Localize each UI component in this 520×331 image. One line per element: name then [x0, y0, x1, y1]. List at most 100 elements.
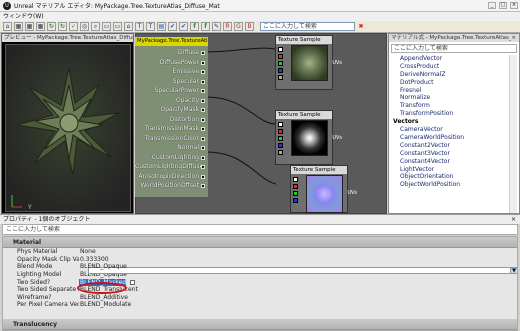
- minimize-button[interactable]: _: [488, 2, 496, 9]
- expression-item[interactable]: AppendVector: [391, 55, 507, 63]
- pin-connector[interactable]: [201, 155, 205, 160]
- channel-pin-rgb[interactable]: [278, 122, 283, 127]
- expression-category[interactable]: Vectors: [391, 118, 507, 126]
- function-icon-button[interactable]: f: [190, 22, 199, 31]
- expression-item[interactable]: LightVector: [391, 166, 507, 174]
- realtime-icon-button[interactable]: ↻: [47, 22, 56, 31]
- expression-item[interactable]: TransformPosition: [391, 110, 507, 118]
- blend-mode-option[interactable]: BLEND_Modulate: [79, 301, 517, 308]
- category-material[interactable]: Material: [3, 237, 517, 248]
- input-pin[interactable]: AnisotropicDirection: [135, 172, 205, 181]
- expression-item[interactable]: CameraWorldPosition: [391, 134, 507, 142]
- input-pin[interactable]: Diffuse: [135, 48, 205, 57]
- input-pin[interactable]: TransmissionMask: [135, 124, 205, 133]
- channel-pin-a[interactable]: [278, 150, 283, 155]
- palette-scrollbar[interactable]: [509, 55, 517, 213]
- property-value[interactable]: BLEND_Opaque: [79, 263, 517, 270]
- input-pin[interactable]: SpecularPower: [135, 86, 205, 95]
- blend-mode-option[interactable]: BLEND_Additive: [79, 294, 517, 301]
- pin-connector[interactable]: [201, 60, 205, 65]
- expression-item[interactable]: ObjectWorldPosition: [391, 181, 507, 189]
- channel-pin-g[interactable]: [278, 61, 283, 66]
- input-pin[interactable]: CustomLighting: [135, 153, 205, 162]
- tag-icon-button[interactable]: T: [135, 22, 144, 31]
- color-b-icon-button[interactable]: B: [245, 22, 254, 31]
- expression-item[interactable]: Constant3Vector: [391, 150, 507, 158]
- pin-connector[interactable]: [201, 174, 205, 179]
- expression-item[interactable]: Fresnel: [391, 87, 507, 95]
- input-pin[interactable]: OpacityMask: [135, 105, 205, 114]
- layout-icon-button[interactable]: ▭: [102, 22, 111, 31]
- zoom-icon-button[interactable]: ⌕: [91, 22, 100, 31]
- find-icon-button[interactable]: ◎: [80, 22, 89, 31]
- expression-item[interactable]: DotProduct: [391, 79, 507, 87]
- clear-search-icon[interactable]: ✖: [357, 23, 365, 31]
- input-pin[interactable]: Opacity: [135, 96, 205, 105]
- color-r-icon-button[interactable]: R: [223, 22, 232, 31]
- expression-item[interactable]: Constant2Vector: [391, 142, 507, 150]
- pin-connector[interactable]: [201, 127, 205, 131]
- texture-sample-node-diffuse[interactable]: Texture Sample UVs: [275, 35, 342, 90]
- channel-pin-b[interactable]: [293, 198, 298, 203]
- channel-pin-r[interactable]: [278, 54, 283, 59]
- channel-pin-rgb[interactable]: [293, 177, 298, 182]
- pin-connector[interactable]: [201, 108, 205, 112]
- tag-icon-button[interactable]: T: [146, 22, 155, 31]
- pin-connector[interactable]: [201, 70, 205, 74]
- blend-mode-option[interactable]: BLEND_Translucent: [79, 286, 517, 293]
- pin-connector[interactable]: [201, 117, 205, 122]
- input-pin[interactable]: Specular: [135, 77, 205, 86]
- expression-item[interactable]: Normalize: [391, 94, 507, 102]
- home-icon-button[interactable]: ⌂: [3, 22, 12, 31]
- pin-connector[interactable]: [201, 79, 205, 84]
- expression-item[interactable]: Transform: [391, 102, 507, 110]
- menu-window[interactable]: ウィンドウ(W): [3, 13, 44, 20]
- palette-search-input[interactable]: ここに入力して検索: [391, 44, 517, 53]
- expression-item[interactable]: Constant4Vector: [391, 158, 507, 166]
- input-pin[interactable]: WorldPositionOffset: [135, 181, 205, 190]
- expression-item[interactable]: DeriveNormalZ: [391, 71, 507, 79]
- channel-pin-g[interactable]: [293, 191, 298, 196]
- checkbox[interactable]: [130, 279, 136, 285]
- toolbar-search-input[interactable]: ここに入力して検索: [260, 22, 355, 31]
- input-pin[interactable]: CustomLightingDiffuse: [135, 162, 205, 171]
- material-output-node[interactable]: MyPackage.Tree.TextureAtlas_Diffuse_Mat …: [135, 37, 208, 197]
- grid-icon-button[interactable]: ▦: [36, 22, 45, 31]
- properties-close-icon[interactable]: ×: [511, 215, 516, 224]
- input-pin[interactable]: Normal: [135, 143, 205, 152]
- pin-connector[interactable]: [201, 165, 205, 169]
- maximize-button[interactable]: □: [499, 2, 507, 9]
- input-pin[interactable]: DiffusePower: [135, 58, 205, 67]
- expression-item[interactable]: CrossProduct: [391, 63, 507, 71]
- texture-sample-node-opacity[interactable]: Texture Sample UVs: [275, 110, 342, 165]
- preview-viewport[interactable]: Y: [5, 44, 131, 212]
- pin-connector[interactable]: [201, 98, 205, 103]
- input-pin[interactable]: Distortion: [135, 115, 205, 124]
- channel-pin-a[interactable]: [278, 75, 283, 80]
- input-pin[interactable]: TransmissionColor: [135, 134, 205, 143]
- property-value[interactable]: None: [79, 248, 517, 255]
- stats-icon-button[interactable]: ▤: [157, 22, 166, 31]
- properties-search-input[interactable]: ここに入力して検索: [2, 224, 518, 235]
- close-button[interactable]: ×: [510, 2, 518, 9]
- channel-pin-g[interactable]: [278, 136, 283, 141]
- layout-icon-button[interactable]: ▭: [113, 22, 122, 31]
- check-icon-button[interactable]: ✔: [168, 22, 177, 31]
- pin-connector[interactable]: [201, 89, 205, 93]
- pin-connector[interactable]: [201, 184, 205, 188]
- home-icon-button[interactable]: ⌂: [124, 22, 133, 31]
- pin-connector[interactable]: [201, 146, 205, 150]
- color-g-icon-button[interactable]: G: [234, 22, 243, 31]
- palette-close-icon[interactable]: ×: [511, 34, 516, 42]
- apply-icon-button[interactable]: ✓: [69, 22, 78, 31]
- category-translucency[interactable]: Translucency: [3, 319, 517, 330]
- grid-icon-button[interactable]: ▦: [14, 22, 23, 31]
- input-pin[interactable]: Emissive: [135, 67, 205, 76]
- channel-pin-b[interactable]: [278, 68, 283, 73]
- pin-connector[interactable]: [201, 51, 205, 55]
- pin-connector[interactable]: [201, 136, 205, 141]
- function-icon-button[interactable]: f: [201, 22, 210, 31]
- clean-icon-button[interactable]: ✎: [212, 22, 221, 31]
- expression-item[interactable]: CameraVector: [391, 126, 507, 134]
- channel-pin-r[interactable]: [293, 184, 298, 189]
